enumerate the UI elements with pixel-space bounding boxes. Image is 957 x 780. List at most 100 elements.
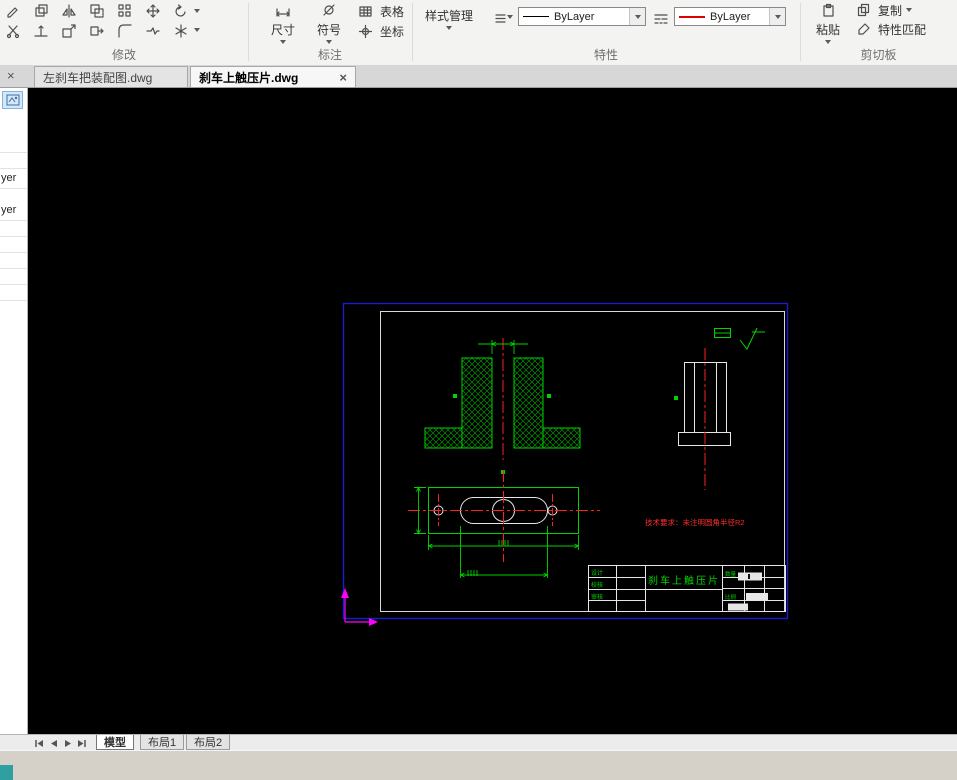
copy-dropdown-icon	[906, 8, 913, 12]
sidebar-divider	[0, 268, 27, 269]
last-tab-nav-icon[interactable]	[75, 737, 88, 749]
table-label: 表格	[380, 4, 405, 19]
tab-label: 刹车上触压片.dwg	[199, 70, 299, 85]
first-tab-nav-icon[interactable]	[32, 737, 45, 749]
coordinate-icon	[354, 22, 376, 40]
stretch-icon[interactable]	[86, 22, 108, 40]
style-manager-button[interactable]: 样式管理	[418, 7, 480, 30]
linetype-icon[interactable]	[650, 9, 672, 27]
break-icon[interactable]	[142, 22, 164, 40]
tech-note-text[interactable]: 技术要求：未注明圆角半径R2	[645, 517, 745, 527]
next-tab-nav-icon[interactable]	[61, 737, 74, 749]
copy-clip-label: 复制	[878, 3, 903, 18]
rotate-icon[interactable]	[170, 2, 192, 20]
sidebar-divider	[0, 152, 27, 153]
surface-finish-symbols[interactable]	[714, 327, 766, 350]
trim-icon[interactable]	[2, 22, 24, 40]
title-block-row-label: 设计	[591, 569, 603, 577]
layout-tab-label: 布局2	[194, 737, 223, 749]
sidebar-divider	[0, 300, 27, 301]
fillet-icon[interactable]	[114, 22, 136, 40]
move-icon[interactable]	[142, 2, 164, 20]
tab-brake-pad[interactable]: 刹车上触压片.dwg ×	[190, 66, 356, 87]
layout-tab-layout1[interactable]: 布局1	[140, 735, 185, 750]
sidebar-clipped-label: yer	[1, 172, 17, 184]
symbol-icon	[318, 1, 340, 19]
sidebar-divider	[0, 236, 27, 237]
paste-button[interactable]: 粘贴	[808, 1, 848, 44]
coordinate-label: 坐标	[380, 24, 405, 39]
layer-combo-value: ByLayer	[554, 10, 595, 23]
explode-icon[interactable]	[170, 22, 192, 40]
paste-icon	[817, 1, 839, 19]
modify-row2-dropdown-icon[interactable]	[194, 28, 200, 32]
symbol-label: 符号	[316, 23, 341, 37]
style-manager-dropdown-icon	[446, 26, 452, 30]
close-all-icon[interactable]: ×	[7, 69, 15, 82]
color-combo-arrow[interactable]	[769, 8, 785, 25]
modify-row1-dropdown-icon[interactable]	[194, 9, 200, 13]
layer-combo[interactable]: ByLayer	[518, 7, 646, 26]
front-section-view[interactable]	[424, 338, 581, 474]
color-combo-value: ByLayer	[710, 10, 751, 23]
layout-tab-label: 布局1	[148, 737, 177, 749]
copy-icon[interactable]	[30, 2, 52, 20]
mirror-icon[interactable]	[58, 2, 80, 20]
match-properties-button[interactable]: 特性匹配	[852, 21, 926, 37]
layout-tab-model[interactable]: 模型	[96, 735, 134, 750]
color-line-sample	[679, 15, 705, 18]
symbol-dropdown-icon	[326, 40, 332, 44]
title-block-row-label: 校核	[591, 581, 603, 589]
dimension-icon	[272, 1, 294, 19]
title-block-row-label: 审核	[591, 593, 603, 601]
match-properties-icon	[852, 20, 874, 38]
title-block-title: 刹车上触压片	[648, 574, 720, 587]
annotate-panel-label: 标注	[317, 48, 342, 62]
palette-tool-icon[interactable]	[2, 91, 23, 109]
dimension-label: 尺寸	[270, 23, 295, 37]
color-combo[interactable]: ByLayer	[674, 7, 786, 26]
properties-panel-label: 特性	[593, 48, 618, 62]
list-dropdown-icon[interactable]	[507, 15, 513, 19]
dimension-button[interactable]: 尺寸	[262, 1, 304, 44]
prev-tab-nav-icon[interactable]	[47, 737, 60, 749]
symbol-button[interactable]: 符号	[308, 1, 350, 44]
layout-tab-layout2[interactable]: 布局2	[186, 735, 231, 750]
extend-icon[interactable]	[30, 22, 52, 40]
taskbar-corner-swatch	[0, 765, 13, 780]
cad-drawing: 技术要求：未注明圆角半径R2 刹车上触压片 设计 校核 审核 数量 比例	[341, 302, 789, 626]
tab-left-brake-assembly[interactable]: 左刹车把装配图.dwg	[34, 66, 188, 87]
sidebar-clipped-label: yer	[1, 204, 17, 216]
plan-view[interactable]	[408, 470, 600, 578]
style-manager-label: 样式管理	[424, 9, 473, 23]
match-properties-label: 特性匹配	[878, 22, 927, 37]
title-block-field[interactable]	[746, 593, 768, 601]
table-button[interactable]: 表格	[354, 3, 404, 19]
layer-line-sample	[523, 16, 549, 17]
modify-panel-label: 修改	[111, 48, 136, 62]
paste-label: 粘贴	[815, 23, 840, 37]
array-icon[interactable]	[114, 2, 136, 20]
tab-close-icon[interactable]: ×	[339, 71, 347, 84]
title-block-field[interactable]	[728, 603, 748, 611]
paste-dropdown-icon	[825, 40, 831, 44]
copy-clip-button[interactable]: 复制	[852, 1, 913, 19]
sidebar-divider	[0, 188, 27, 189]
offset-icon[interactable]	[86, 2, 108, 20]
layer-combo-arrow[interactable]	[629, 8, 645, 25]
ribbon: 修改 尺寸 符号 表格 坐标 标注 样式管理 ByLayer ByLayer 特…	[0, 0, 957, 66]
sidebar-divider	[0, 284, 27, 285]
sidebar-divider	[0, 252, 27, 253]
title-block[interactable]: 刹车上触压片 设计 校核 审核 数量 比例	[588, 565, 786, 612]
drawing-frame[interactable]	[342, 302, 789, 620]
model-space-canvas[interactable]: 技术要求：未注明圆角半径R2 刹车上触压片 设计 校核 审核 数量 比例	[28, 88, 957, 734]
scale-icon[interactable]	[58, 22, 80, 40]
left-sidebar: yer yer	[0, 88, 28, 734]
copy-clip-icon	[852, 1, 874, 19]
coordinate-button[interactable]: 坐标	[354, 23, 404, 39]
erase-icon[interactable]	[2, 2, 24, 20]
status-bar	[0, 750, 957, 780]
title-block-right-label: 比例	[725, 593, 737, 601]
layout-tabbar: 模型 布局1 布局2	[0, 734, 957, 750]
side-view[interactable]	[674, 348, 731, 490]
